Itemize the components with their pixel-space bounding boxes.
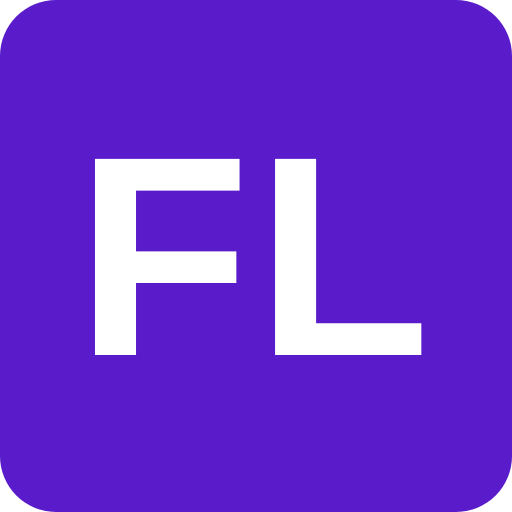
monogram-text: FL	[75, 97, 437, 416]
app-icon: FL	[0, 0, 512, 512]
